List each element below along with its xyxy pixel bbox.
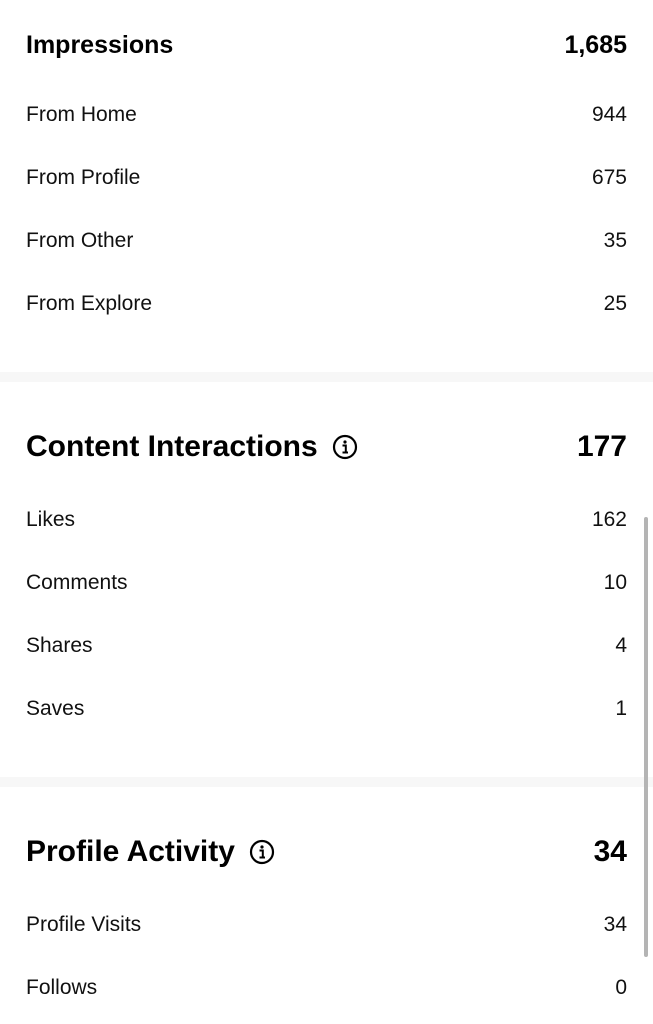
impressions-row-home: From Home 944 [26, 102, 627, 128]
content-interactions-section: Content Interactions 177 Likes 162 Comme… [0, 382, 653, 777]
row-value: 1 [615, 697, 627, 720]
row-label: Saves [26, 697, 85, 720]
content-interactions-row-likes: Likes 162 [26, 507, 627, 533]
row-label: From Profile [26, 166, 141, 189]
impressions-row-explore: From Explore 25 [26, 291, 627, 317]
row-label: From Other [26, 229, 134, 252]
content-interactions-title: Content Interactions [26, 430, 318, 463]
impressions-total: 1,685 [564, 31, 627, 59]
content-interactions-row-shares: Shares 4 [26, 633, 627, 659]
section-divider [0, 372, 653, 382]
row-value: 25 [603, 292, 627, 315]
content-interactions-row-saves: Saves 1 [26, 696, 627, 722]
profile-activity-section: Profile Activity 34 Profile Visits 34 Fo… [0, 787, 653, 1024]
impressions-row-other: From Other 35 [26, 228, 627, 254]
row-value: 675 [591, 166, 627, 189]
impressions-row-profile: From Profile 675 [26, 165, 627, 191]
row-value: 944 [591, 103, 627, 126]
impressions-section: Impressions 1,685 From Home 944 From Pro… [0, 0, 653, 372]
impressions-header: Impressions 1,685 [26, 29, 627, 61]
profile-activity-header: Profile Activity 34 [26, 833, 627, 871]
profile-activity-row-visits: Profile Visits 34 [26, 912, 627, 938]
info-icon[interactable] [332, 434, 358, 460]
row-label: Comments [26, 571, 128, 594]
row-value: 0 [615, 976, 627, 999]
section-divider [0, 777, 653, 787]
profile-activity-row-follows: Follows 0 [26, 975, 627, 1001]
scrollbar[interactable] [644, 517, 648, 957]
row-label: From Explore [26, 292, 153, 315]
row-value: 35 [603, 229, 627, 252]
row-label: From Home [26, 103, 137, 126]
row-label: Shares [26, 634, 93, 657]
profile-activity-title: Profile Activity [26, 835, 235, 868]
row-value: 162 [591, 508, 627, 531]
row-value: 4 [615, 634, 627, 657]
content-interactions-title-group: Content Interactions [26, 428, 358, 466]
info-icon[interactable] [249, 839, 275, 865]
profile-activity-title-group: Profile Activity [26, 833, 275, 871]
row-label: Likes [26, 508, 76, 531]
content-interactions-total: 177 [576, 430, 627, 463]
row-value: 34 [603, 913, 627, 936]
row-label: Follows [26, 976, 98, 999]
row-value: 10 [603, 571, 627, 594]
content-interactions-row-comments: Comments 10 [26, 570, 627, 596]
profile-activity-total: 34 [593, 835, 627, 868]
impressions-title: Impressions [26, 31, 174, 59]
row-label: Profile Visits [26, 913, 142, 936]
content-interactions-header: Content Interactions 177 [26, 428, 627, 466]
